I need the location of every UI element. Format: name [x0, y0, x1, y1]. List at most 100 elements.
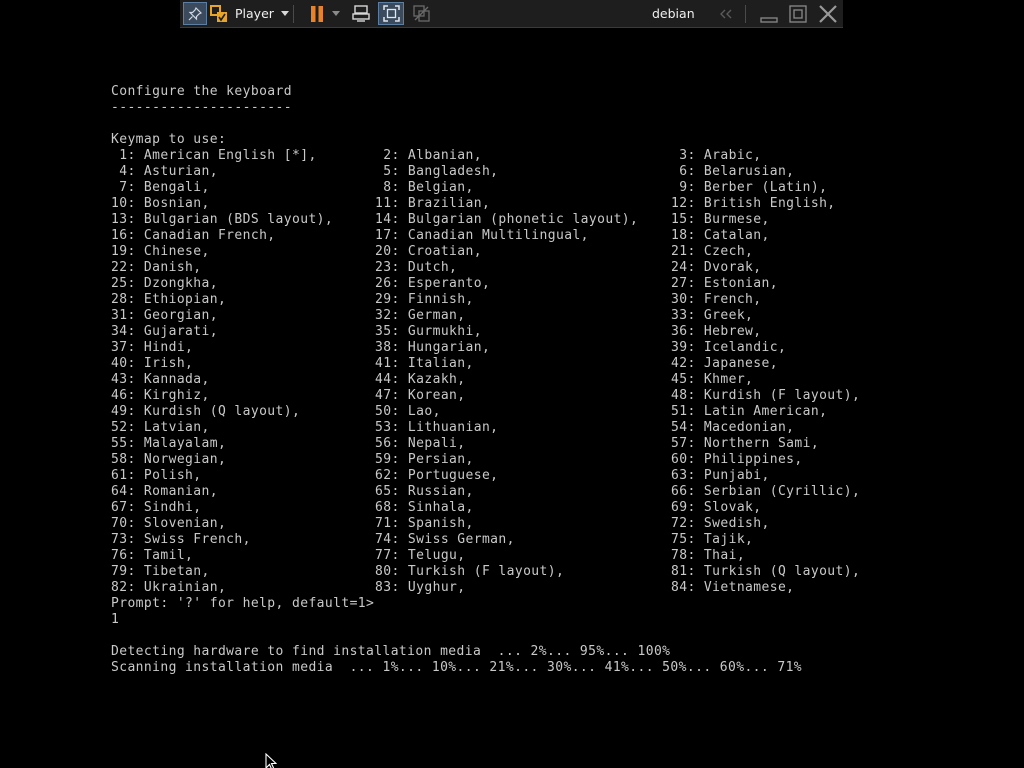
- keymap-option: 27: Estonian,: [671, 276, 778, 291]
- unity-button[interactable]: [409, 0, 433, 27]
- keymap-prompt: Prompt: '?' for help, default=1>: [111, 596, 375, 611]
- keymap-option: 7: Bengali,: [111, 180, 210, 195]
- keymap-option: 3: Arabic,: [671, 148, 762, 163]
- keymap-option: 76: Tamil,: [111, 548, 194, 563]
- keymap-row: 19: Chinese, 20: Croatian, 21: Czech,: [111, 244, 871, 260]
- keymap-row: 70: Slovenian, 71: Spanish, 72: Swedish,: [111, 516, 871, 532]
- keymap-option: 73: Swiss French,: [111, 532, 251, 547]
- keymap-option: 30: French,: [671, 292, 762, 307]
- keymap-option: 44: Kazakh,: [375, 372, 466, 387]
- keymap-option: 6: Belarusian,: [671, 164, 795, 179]
- keymap-option: 68: Sinhala,: [375, 500, 474, 515]
- keymap-option: 2: Albanian,: [375, 148, 482, 163]
- keymap-option: 4: Asturian,: [111, 164, 218, 179]
- close-icon: [818, 4, 838, 24]
- keymap-option: 8: Belgian,: [375, 180, 474, 195]
- send-ctrl-alt-del-icon: [352, 5, 370, 22]
- keymap-list: 1: American English [*], 2: Albanian, 3:…: [111, 148, 871, 596]
- player-menu-label: Player: [235, 6, 274, 21]
- keymap-label: Keymap to use:: [111, 132, 227, 147]
- keymap-row: 73: Swiss French, 74: Swiss German, 75: Ta…: [111, 532, 871, 548]
- keymap-option: 70: Slovenian,: [111, 516, 227, 531]
- close-button[interactable]: [816, 0, 840, 27]
- scan-media-status: Scanning installation media ... 1%... 10…: [111, 660, 803, 675]
- keymap-option: 45: Khmer,: [671, 372, 754, 387]
- keymap-row: 55: Malayalam, 56: Nepali, 57: Northern Sa…: [111, 436, 871, 452]
- power-dropdown-button[interactable]: [330, 0, 342, 27]
- keymap-option: 33: Greek,: [671, 308, 754, 323]
- keymap-option: 65: Russian,: [375, 484, 474, 499]
- keymap-row: 31: Georgian, 32: German, 33: Greek,: [111, 308, 871, 324]
- keymap-option: 43: Kannada,: [111, 372, 210, 387]
- keymap-row: 52: Latvian, 53: Lithuanian, 54: Macedonia…: [111, 420, 871, 436]
- screen-title: Configure the keyboard: [111, 84, 292, 99]
- keymap-option: 71: Spanish,: [375, 516, 474, 531]
- keymap-row: 34: Gujarati, 35: Gurmukhi, 36: Hebrew,: [111, 324, 871, 340]
- keymap-row: 25: Dzongkha, 26: Esperanto, 27: Estonian,: [111, 276, 871, 292]
- keymap-option: 77: Telugu,: [375, 548, 466, 563]
- keymap-option: 24: Dvorak,: [671, 260, 762, 275]
- keymap-option: 83: Uyghur,: [375, 580, 466, 595]
- keymap-option: 17: Canadian Multilingual,: [375, 228, 589, 243]
- collapse-toolbar-button[interactable]: [718, 0, 734, 27]
- minimize-icon: [760, 5, 778, 23]
- keymap-option: 62: Portuguese,: [375, 468, 499, 483]
- send-ctrl-alt-del-button[interactable]: [350, 0, 372, 27]
- dropdown-arrow-icon: [332, 11, 340, 16]
- vm-name-label: debian: [652, 6, 695, 21]
- keymap-option: 60: Philippines,: [671, 452, 803, 467]
- keymap-option: 47: Korean,: [375, 388, 466, 403]
- fullscreen-button[interactable]: [378, 2, 404, 25]
- keymap-row: 7: Bengali, 8: Belgian, 9: Berber (Latin…: [111, 180, 871, 196]
- pause-icon: [310, 5, 324, 23]
- pin-toolbar-button[interactable]: [183, 2, 207, 25]
- keymap-option: 14: Bulgarian (phonetic layout),: [375, 212, 639, 227]
- pause-button[interactable]: [305, 0, 329, 27]
- keymap-option: 16: Canadian French,: [111, 228, 276, 243]
- keymap-option: 40: Irish,: [111, 356, 194, 371]
- keymap-row: 1: American English [*], 2: Albanian, 3:…: [111, 148, 871, 164]
- keymap-option: 32: German,: [375, 308, 466, 323]
- keymap-answer[interactable]: 1: [111, 612, 119, 628]
- keymap-option: 84: Vietnamese,: [671, 580, 795, 595]
- keymap-option: 38: Hungarian,: [375, 340, 491, 355]
- keymap-option: 78: Thai,: [671, 548, 746, 563]
- keymap-row: 67: Sindhi, 68: Sinhala, 69: Slovak,: [111, 500, 871, 516]
- keymap-option: 50: Lao,: [375, 404, 441, 419]
- keymap-row: 82: Ukrainian, 83: Uyghur, 84: Vietnamese,: [111, 580, 871, 596]
- keymap-row: 4: Asturian, 5: Bangladesh, 6: Belarusia…: [111, 164, 871, 180]
- minimize-button[interactable]: [758, 0, 780, 27]
- keymap-option: 39: Icelandic,: [671, 340, 787, 355]
- keymap-option: 26: Esperanto,: [375, 276, 491, 291]
- keymap-option: 5: Bangladesh,: [375, 164, 499, 179]
- keymap-option: 61: Polish,: [111, 468, 202, 483]
- keymap-option: 82: Ukrainian,: [111, 580, 227, 595]
- pin-icon: [188, 6, 202, 21]
- keymap-option: 58: Norwegian,: [111, 452, 227, 467]
- keymap-option: 18: Catalan,: [671, 228, 770, 243]
- vmware-logo-icon: [210, 4, 228, 23]
- keymap-option: 35: Gurmukhi,: [375, 324, 482, 339]
- toolbar-separator: [745, 5, 746, 23]
- player-menu-button[interactable]: Player: [210, 0, 289, 27]
- keymap-option: 23: Dutch,: [375, 260, 458, 275]
- restore-icon: [789, 4, 807, 23]
- keymap-option: 28: Ethiopian,: [111, 292, 227, 307]
- keymap-option: 41: Italian,: [375, 356, 474, 371]
- unity-icon: [412, 5, 430, 22]
- collapse-icon: [719, 9, 733, 19]
- restore-button[interactable]: [787, 0, 809, 27]
- keymap-option: 64: Romanian,: [111, 484, 218, 499]
- keymap-option: 57: Northern Sami,: [671, 436, 820, 451]
- keymap-row: 40: Irish, 41: Italian, 42: Japanese,: [111, 356, 871, 372]
- keymap-row: 58: Norwegian, 59: Persian, 60: Philippine…: [111, 452, 871, 468]
- keymap-option: 80: Turkish (F layout),: [375, 564, 565, 579]
- keymap-row: 22: Danish, 23: Dutch, 24: Dvorak,: [111, 260, 871, 276]
- detect-hardware-status: Detecting hardware to find installation …: [111, 644, 671, 659]
- keymap-option: 63: Punjabi,: [671, 468, 770, 483]
- keymap-option: 56: Nepali,: [375, 436, 466, 451]
- keymap-option: 10: Bosnian,: [111, 196, 210, 211]
- keymap-row: 76: Tamil, 77: Telugu, 78: Thai,: [111, 548, 871, 564]
- keymap-option: 72: Swedish,: [671, 516, 770, 531]
- keymap-option: 42: Japanese,: [671, 356, 778, 371]
